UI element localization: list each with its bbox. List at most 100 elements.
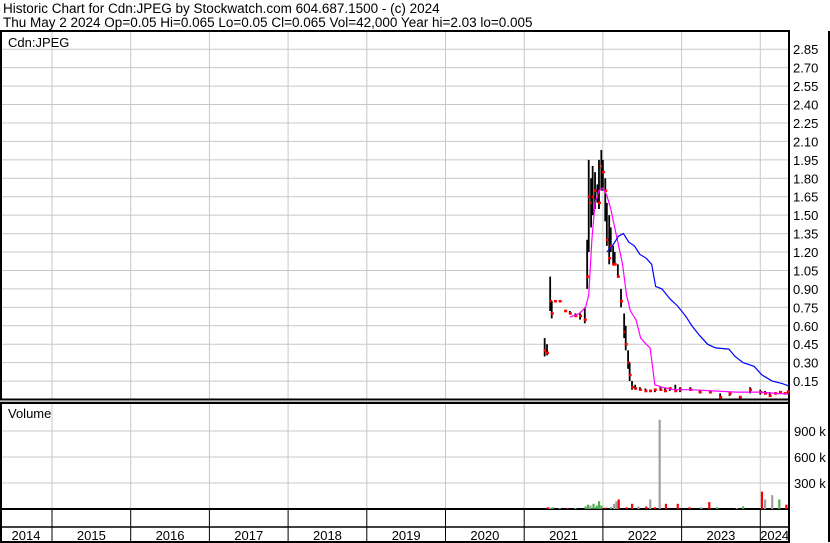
close-marker	[698, 390, 702, 394]
y-tick-label: 0.90	[793, 282, 818, 297]
close-marker	[659, 388, 663, 391]
price-panel-title: Cdn:JPEG	[8, 35, 69, 50]
y-tick-label: 1.95	[793, 153, 818, 168]
x-tick-label: 2021	[549, 528, 578, 543]
volume-bar	[546, 507, 550, 509]
x-tick-label: 2015	[77, 528, 106, 543]
y-tick-label: 1.80	[793, 171, 818, 186]
volume-bar	[688, 507, 691, 509]
volume-bar	[612, 503, 616, 509]
close-marker	[620, 299, 624, 303]
x-tick-label: 2019	[392, 528, 421, 543]
volume-bar	[631, 503, 634, 509]
close-marker	[546, 351, 550, 355]
y-tick-label: 0.15	[793, 374, 818, 389]
close-marker	[564, 309, 568, 313]
volume-bar	[584, 506, 587, 509]
close-marker	[586, 275, 590, 278]
close-marker	[613, 263, 617, 266]
close-marker	[638, 388, 642, 391]
close-marker	[608, 256, 612, 260]
volume-bar	[637, 506, 640, 509]
y-tick-label: 1.65	[793, 190, 818, 205]
x-tick-label: 2014	[12, 528, 41, 543]
y-tick-label: 2.40	[793, 98, 818, 113]
close-marker	[616, 275, 620, 278]
volume-bar	[558, 508, 561, 509]
volume-bar	[676, 503, 679, 509]
close-marker	[738, 395, 742, 399]
x-tick-label: 2022	[628, 528, 657, 543]
close-marker	[568, 312, 572, 315]
close-marker	[728, 392, 732, 395]
volume-bar	[574, 508, 577, 509]
y-tick-label: 0.45	[793, 337, 818, 352]
close-marker	[768, 394, 772, 398]
close-marker	[601, 170, 605, 174]
close-marker	[550, 312, 554, 315]
volume-bar	[592, 503, 595, 509]
y-tick-label: 2.25	[793, 116, 818, 131]
volume-panel-title: Volume	[8, 406, 51, 421]
volume-bar	[600, 505, 603, 509]
volume-bar	[708, 502, 711, 509]
x-tick-label: 2018	[313, 528, 342, 543]
x-tick-label: 2017	[234, 528, 263, 543]
volume-bar	[785, 504, 788, 509]
close-marker	[579, 314, 583, 318]
volume-bar	[551, 507, 554, 509]
volume-bar	[609, 507, 612, 509]
volume-bar	[604, 507, 607, 509]
volume-bar	[625, 507, 628, 509]
close-marker	[749, 388, 753, 391]
volume-bar	[664, 503, 668, 509]
volume-bar	[597, 501, 601, 509]
y-tick-label: 2.85	[793, 42, 818, 57]
volume-bar	[760, 491, 764, 509]
volume-panel-frame	[0, 402, 790, 510]
volume-bar	[716, 507, 719, 509]
y-tick-label: 0.60	[793, 319, 818, 334]
close-marker	[634, 387, 638, 390]
close-marker	[624, 342, 628, 346]
close-marker	[631, 386, 635, 389]
volume-bar	[566, 508, 569, 509]
volume-bar	[653, 507, 657, 509]
volume-bar	[645, 506, 648, 509]
stock-chart-page: Historic Chart for Cdn:JPEG by Stockwatc…	[0, 0, 830, 543]
volume-bar	[778, 499, 781, 509]
close-marker	[583, 318, 587, 321]
volume-bar	[615, 501, 618, 509]
volume-bar	[649, 499, 652, 509]
close-marker	[649, 389, 653, 393]
volume-bar	[771, 495, 774, 509]
volume-bar	[595, 505, 598, 509]
close-marker	[786, 390, 790, 393]
y-tick-label: 0.30	[793, 356, 818, 371]
volume-bar	[764, 499, 767, 509]
y-tick-label: 1.05	[793, 263, 818, 278]
volume-bar	[617, 499, 620, 509]
close-marker	[664, 389, 668, 393]
close-marker	[628, 373, 632, 377]
price-volume-chart: 2.85 2.70 2.55 2.40 2.25 2.10 1.95 1.80 1.65 1.50…	[0, 30, 830, 543]
x-tick-label: 2024	[760, 528, 789, 543]
x-tick-label: 2023	[706, 528, 735, 543]
y-tick-label: 1.35	[793, 227, 818, 242]
close-marker	[719, 395, 723, 399]
volume-tick-label: 300 k	[794, 476, 826, 491]
close-marker	[553, 299, 557, 303]
close-marker	[558, 299, 562, 303]
y-tick-label: 2.10	[793, 134, 818, 149]
volume-bar	[586, 504, 590, 509]
x-tick-label: 2020	[470, 528, 499, 543]
close-marker	[653, 388, 657, 391]
volume-tick-label: 600 k	[794, 450, 826, 465]
y-tick-label: 2.55	[793, 79, 818, 94]
y-tick-label: 1.20	[793, 245, 818, 260]
volume-tick-label: 900 k	[794, 424, 826, 439]
volume-bar	[549, 507, 552, 509]
x-tick-label: 2016	[156, 528, 185, 543]
volume-bar	[589, 505, 592, 509]
close-marker	[597, 201, 601, 205]
